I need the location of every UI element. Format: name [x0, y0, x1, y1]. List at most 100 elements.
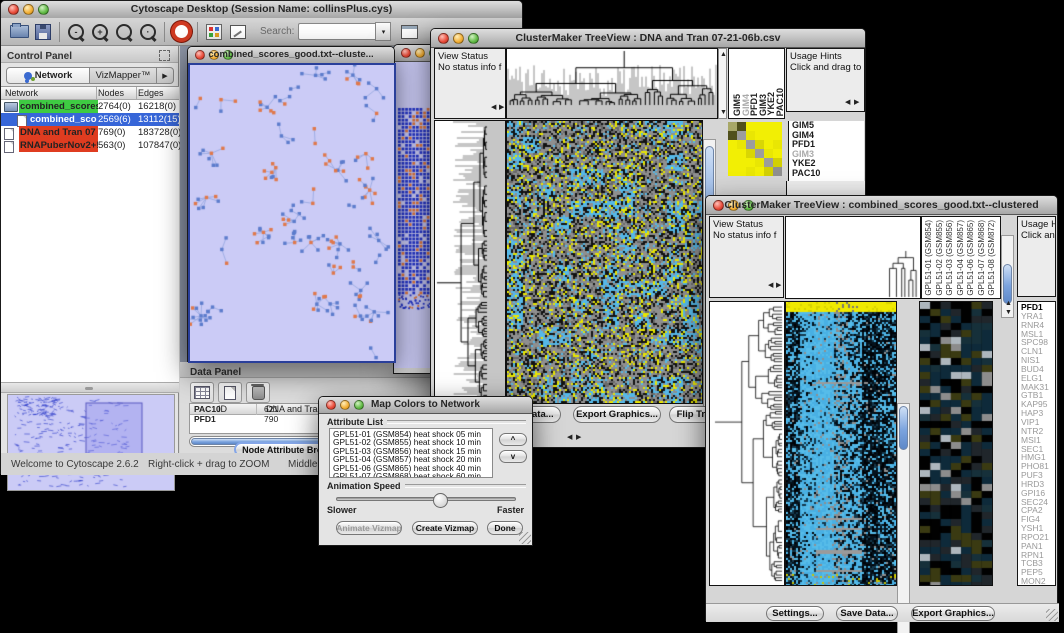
- matrix-cell[interactable]: [746, 167, 755, 176]
- matrix-cell[interactable]: [764, 122, 773, 131]
- matrix-cell[interactable]: [737, 140, 746, 149]
- matrix-cell[interactable]: [773, 140, 782, 149]
- save-session-button[interactable]: [31, 21, 55, 43]
- matrix-row-label[interactable]: PAC10: [792, 169, 864, 179]
- matrix-cell[interactable]: [737, 158, 746, 167]
- plugin-manager-button[interactable]: [202, 21, 226, 43]
- matrix-cell[interactable]: [728, 167, 737, 176]
- close-icon[interactable]: [401, 48, 411, 58]
- column-dendrogram-canvas[interactable]: [786, 217, 920, 298]
- annotation-button[interactable]: [226, 21, 250, 43]
- scroll-left-icon[interactable]: ◀: [768, 282, 773, 289]
- heatmap-vscrollbar[interactable]: ▲ ▼: [897, 403, 910, 633]
- matrix-cell[interactable]: [773, 122, 782, 131]
- dialog-titlebar[interactable]: Map Colors to Network: [319, 397, 532, 414]
- matrix-cell[interactable]: [755, 131, 764, 140]
- tab-network[interactable]: Network: [6, 67, 90, 84]
- help-button[interactable]: [169, 21, 193, 43]
- float-panel-icon[interactable]: [159, 50, 170, 61]
- network-list-row[interactable]: RNAPuberNov2+!563(0)107847(0): [1, 139, 179, 152]
- zoom-heatmap-canvas[interactable]: [920, 302, 992, 585]
- move-down-button[interactable]: v: [499, 450, 527, 463]
- array-column-label[interactable]: GPL51-02 (GSM855): [935, 220, 944, 296]
- treeview-dna-titlebar[interactable]: ClusterMaker TreeView : DNA and Tran 07-…: [431, 29, 865, 48]
- array-column-label[interactable]: GPL51-08 (GSM872): [987, 220, 996, 296]
- done-button[interactable]: Done: [487, 521, 523, 535]
- scroll-up-icon[interactable]: ▲: [1005, 300, 1012, 307]
- animation-slider[interactable]: [336, 497, 516, 501]
- row-dendrogram-canvas[interactable]: [710, 302, 784, 585]
- delete-attribute-button[interactable]: [246, 382, 270, 403]
- select-attributes-button[interactable]: [190, 382, 214, 403]
- matrix-cell[interactable]: [755, 149, 764, 158]
- move-up-button[interactable]: ^: [499, 433, 527, 446]
- zoom-in-button[interactable]: +: [88, 21, 112, 43]
- slider-thumb[interactable]: [433, 493, 448, 508]
- matrix-cell[interactable]: [728, 158, 737, 167]
- animate-vizmap-button[interactable]: Animate Vizmap: [336, 521, 402, 535]
- labels-vscrollbar[interactable]: ▲ ▼: [1001, 235, 1014, 318]
- network-list-row[interactable]: combined_scores2764(0)16218(0): [1, 100, 179, 113]
- matrix-cell[interactable]: [746, 131, 755, 140]
- column-dendrogram-canvas[interactable]: [507, 49, 717, 118]
- label-scroll-strip[interactable]: ▲ ▼: [718, 48, 727, 119]
- resize-grip[interactable]: [1046, 609, 1058, 621]
- scroll-left-icon[interactable]: ◀: [491, 104, 496, 111]
- matrix-cell[interactable]: [773, 158, 782, 167]
- matrix-cell[interactable]: [737, 149, 746, 158]
- matrix-cell[interactable]: [755, 140, 764, 149]
- scroll-right-icon[interactable]: ▶: [576, 434, 581, 441]
- zoom-fit-button[interactable]: [112, 21, 136, 43]
- attribute-list-item[interactable]: GPL51-07 (GSM868) heat shock 60 min: [333, 472, 492, 478]
- correlation-matrix[interactable]: [728, 122, 782, 176]
- heatmap-column-label[interactable]: PAC10: [775, 88, 785, 116]
- network-name[interactable]: combined_sco: [29, 113, 98, 126]
- resize-grip[interactable]: [519, 532, 531, 544]
- main-window-titlebar[interactable]: Cytoscape Desktop (Session Name: collins…: [1, 1, 522, 19]
- search-dropdown-button[interactable]: ▾: [375, 22, 391, 41]
- scroll-thumb[interactable]: [899, 406, 908, 450]
- treeview-combined-titlebar[interactable]: ClusterMaker TreeView : combined_scores_…: [706, 196, 1057, 215]
- scroll-thumb[interactable]: [1003, 264, 1012, 304]
- matrix-cell[interactable]: [728, 122, 737, 131]
- array-column-label[interactable]: GPL51-06 (GSM865): [966, 220, 975, 296]
- matrix-cell[interactable]: [773, 167, 782, 176]
- open-session-button[interactable]: [7, 21, 31, 43]
- export-graphics-button[interactable]: Export Graphics...: [911, 606, 995, 621]
- matrix-cell[interactable]: [764, 140, 773, 149]
- export-graphics-button[interactable]: Export Graphics...: [573, 406, 661, 423]
- zoom-selected-button[interactable]: ·: [136, 21, 160, 43]
- create-vizmap-button[interactable]: Create Vizmap: [412, 521, 478, 535]
- matrix-cell[interactable]: [773, 149, 782, 158]
- matrix-cell[interactable]: [764, 167, 773, 176]
- network-name[interactable]: DNA and Tran 07: [19, 126, 98, 139]
- gene-label[interactable]: MON2: [1021, 577, 1055, 586]
- matrix-cell[interactable]: [746, 122, 755, 131]
- scroll-right-icon[interactable]: ▶: [854, 99, 859, 106]
- tab-overflow-button[interactable]: ▶: [157, 67, 174, 84]
- network-list-row[interactable]: combined_sco2569(6)13112(15): [1, 113, 179, 126]
- heatmap-canvas[interactable]: [507, 121, 702, 403]
- birdseye-overview-canvas[interactable]: [7, 394, 175, 491]
- matrix-cell[interactable]: [728, 131, 737, 140]
- matrix-cell[interactable]: [755, 167, 764, 176]
- network-name[interactable]: RNAPuberNov2+!: [19, 139, 98, 152]
- minimize-icon[interactable]: [415, 48, 425, 58]
- save-data-button[interactable]: Save Data...: [836, 606, 898, 621]
- matrix-cell[interactable]: [737, 167, 746, 176]
- row-dendrogram-canvas[interactable]: [435, 121, 505, 403]
- search-input[interactable]: [298, 23, 375, 40]
- tab-vizmapper[interactable]: VizMapper™: [90, 67, 157, 84]
- scroll-right-icon[interactable]: ▶: [499, 104, 504, 111]
- array-column-label[interactable]: GPL51-07 (GSM868): [977, 220, 986, 296]
- matrix-cell[interactable]: [773, 131, 782, 140]
- scroll-down-icon[interactable]: ▼: [720, 109, 727, 116]
- attribute-list[interactable]: GPL51-01 (GSM854) heat shock 05 minGPL51…: [329, 428, 493, 478]
- matrix-cell[interactable]: [755, 158, 764, 167]
- array-column-label[interactable]: GPL51-01 (GSM854): [924, 220, 933, 296]
- matrix-cell[interactable]: [746, 140, 755, 149]
- scroll-left-icon[interactable]: ◀: [845, 99, 850, 106]
- gene-list[interactable]: PFD1YRA1RNR4MSL1SPC98CLN1NIS1BUD4ELG1MAK…: [1017, 301, 1056, 586]
- scroll-right-icon[interactable]: ▶: [776, 282, 781, 289]
- new-attribute-button[interactable]: [218, 382, 242, 403]
